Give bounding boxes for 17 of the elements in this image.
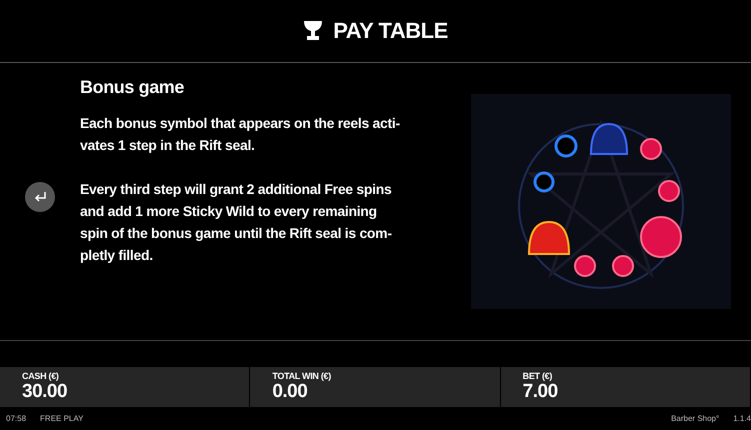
balance-label: BET (€) (522, 371, 552, 381)
back-button[interactable] (25, 182, 55, 212)
description-text: Every third step will grant 2 additional Free spins and add 1 more Sticky Wild to every remaining spin of the bonus game until the Rift seal is com- pletly filled. (80, 180, 393, 265)
balance-label: TOTAL WIN (€) (272, 371, 331, 381)
mode-text: FREE PLAY (40, 414, 84, 423)
game-name: Barber Shop° (671, 414, 720, 423)
version-text: 1.1.4 (733, 414, 751, 423)
balance-value: 7.00 (522, 381, 558, 403)
balance-value: 0.00 (272, 381, 308, 403)
return-arrow-icon (33, 190, 47, 202)
description-text: Each bonus symbol that appears on the reels acti- vates 1 step in the Rift seal. (80, 114, 401, 155)
section-heading: Bonus game (80, 77, 186, 98)
balance-value: 30.00 (22, 381, 68, 403)
page-title: PAY TABLE (333, 18, 448, 44)
trophy-icon (303, 20, 324, 42)
clock-text: 07:58 (6, 414, 26, 423)
balance-label: CASH (€) (22, 371, 59, 381)
